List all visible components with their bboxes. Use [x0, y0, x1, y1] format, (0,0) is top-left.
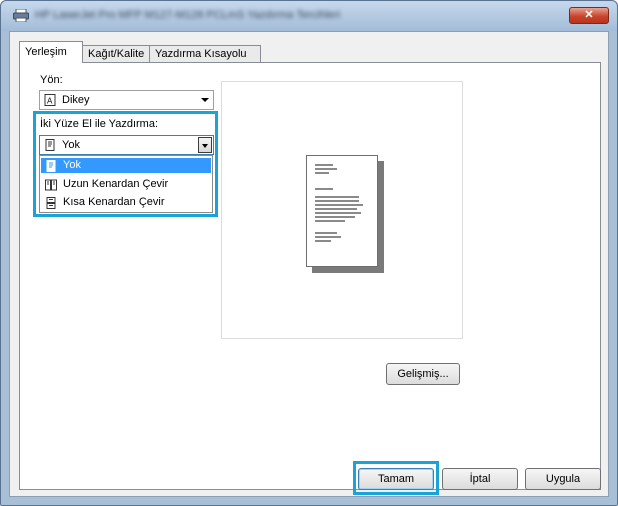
- text-line: [315, 240, 331, 242]
- text-line: [315, 208, 357, 210]
- text-line: [315, 196, 359, 198]
- tab-layout[interactable]: Yerleşim: [19, 41, 83, 63]
- close-button[interactable]: ✕: [569, 7, 609, 24]
- text-line: [315, 236, 341, 238]
- orientation-select[interactable]: A Dikey: [39, 90, 214, 110]
- text-line: [315, 200, 359, 202]
- text-line: [315, 212, 361, 214]
- text-line: [315, 168, 337, 170]
- page-preview: [306, 155, 378, 267]
- svg-text:A: A: [47, 97, 53, 106]
- text-line: [315, 216, 355, 218]
- text-line: [315, 172, 329, 174]
- text-line: [315, 220, 345, 222]
- printer-icon: [13, 9, 29, 22]
- window-title: HP LaserJet Pro MFP M127-M128 PCLmS Yazd…: [35, 9, 341, 21]
- portrait-page-icon: A: [44, 94, 56, 106]
- chevron-down-icon: [201, 98, 209, 102]
- ok-callout-highlight: [353, 461, 439, 495]
- text-line: [315, 164, 333, 166]
- title-bar[interactable]: HP LaserJet Pro MFP M127-M128 PCLmS Yazd…: [1, 1, 617, 31]
- text-line: [315, 204, 363, 206]
- apply-button[interactable]: Uygula: [525, 468, 601, 490]
- cancel-button[interactable]: İptal: [442, 468, 518, 490]
- duplex-callout-highlight: [33, 111, 218, 217]
- advanced-button[interactable]: Gelişmiş...: [386, 363, 460, 385]
- tab-printing-shortcuts[interactable]: Yazdırma Kısayolu: [149, 45, 261, 63]
- text-line: [315, 232, 337, 234]
- orientation-label: Yön:: [40, 74, 63, 86]
- orientation-value: Dikey: [62, 94, 90, 106]
- print-preferences-dialog: HP LaserJet Pro MFP M127-M128 PCLmS Yazd…: [0, 0, 618, 506]
- text-line: [315, 188, 333, 190]
